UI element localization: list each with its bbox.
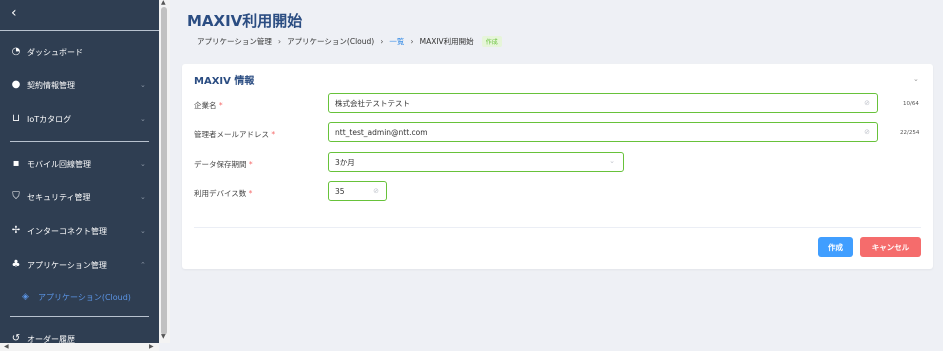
- check-circle-icon: ⊘: [864, 128, 870, 136]
- sidebar-item-label: アプリケーション管理: [27, 260, 107, 270]
- chevron-up-icon: ⌃: [140, 261, 146, 269]
- sidebar-item-interconnect[interactable]: ✢ インターコネクト管理 ⌄: [0, 216, 159, 246]
- required-mark: *: [218, 101, 223, 110]
- sidebar-item-label: インターコネクト管理: [27, 226, 107, 236]
- chevron-right-icon: ›: [277, 37, 282, 46]
- scroll-left-arrow-icon[interactable]: ◀: [4, 343, 9, 350]
- breadcrumb-link-list[interactable]: 一覧: [389, 36, 404, 47]
- sidebar-item-iot-catalog[interactable]: ⊔ IoTカタログ ⌄: [0, 104, 159, 134]
- company-label-text: 企業名: [194, 101, 217, 110]
- sidebar: ‹ ◔ ダッシュボード ● 契約情報管理 ⌄ ⊔ IoTカタログ ⌄ ▪ モバイ…: [0, 0, 159, 351]
- chevron-right-icon: ›: [410, 37, 414, 46]
- breadcrumb-item: アプリケーション(Cloud): [287, 37, 375, 46]
- create-button[interactable]: 作成: [818, 237, 853, 257]
- cart-icon: ⊔: [12, 113, 20, 124]
- devices-label: 利用デバイス数 *: [194, 188, 252, 199]
- sidebar-item-contract[interactable]: ● 契約情報管理 ⌄: [0, 70, 159, 100]
- section-title: MAXIV 情報: [194, 76, 255, 87]
- form-card: MAXIV 情報 ⌄ 企業名 * 株式会社テストテスト ⊘ 10/64 管理者メ…: [182, 64, 933, 269]
- form-divider: [194, 227, 921, 228]
- retention-select-value: 3か月: [335, 157, 355, 167]
- sidebar-scrollbar[interactable]: ▲ ▼: [159, 0, 170, 343]
- sidebar-item-label: 契約情報管理: [27, 80, 75, 90]
- company-char-count: 10/64: [903, 101, 919, 107]
- admin-email-input[interactable]: ntt_test_admin@ntt.com ⊘: [328, 122, 878, 142]
- retention-label-text: データ保存期間: [194, 160, 247, 169]
- company-label: 企業名 *: [194, 100, 223, 111]
- check-circle-icon: ⊘: [373, 187, 379, 195]
- layers-icon: ◈: [22, 292, 29, 302]
- devices-input-value: 35: [335, 186, 345, 196]
- scrollbar-thumb[interactable]: [161, 7, 167, 335]
- required-mark: *: [248, 189, 253, 198]
- sidebar-item-dashboard[interactable]: ◔ ダッシュボード: [0, 37, 159, 67]
- sidebar-item-security[interactable]: ⛉ セキュリティ管理 ⌄: [0, 182, 159, 212]
- devices-input[interactable]: 35 ⊘: [328, 181, 387, 201]
- dashboard-gauge-icon: ◔: [11, 46, 21, 57]
- required-mark: *: [271, 130, 276, 139]
- shield-check-icon: ⛉: [12, 191, 20, 202]
- chevron-down-icon[interactable]: ⌄: [913, 75, 919, 83]
- sidebar-item-label: IoTカタログ: [27, 114, 72, 124]
- sim-card-icon: ▪: [12, 158, 20, 169]
- network-icon: ✢: [11, 225, 21, 236]
- retention-select[interactable]: 3か月 ⌄: [328, 152, 624, 172]
- sidebar-item-application[interactable]: ♣ アプリケーション管理 ⌃: [0, 250, 159, 280]
- chevron-down-icon: ⌄: [609, 157, 615, 165]
- status-badge: 作成: [481, 36, 502, 47]
- company-input-value: 株式会社テストテスト: [335, 98, 410, 108]
- user-icon: ●: [11, 79, 21, 90]
- retention-label: データ保存期間 *: [194, 159, 253, 170]
- company-input[interactable]: 株式会社テストテスト ⊘: [328, 93, 878, 113]
- sidebar-horizontal-scrollbar[interactable]: ◀ ▶: [0, 343, 159, 351]
- sidebar-item-mobile-line[interactable]: ▪ モバイル回線管理 ⌄: [0, 149, 159, 179]
- chevron-left-icon: ‹: [11, 5, 17, 21]
- cancel-button[interactable]: キャンセル: [860, 237, 921, 257]
- scroll-down-arrow-icon[interactable]: ▼: [161, 333, 166, 340]
- sidebar-divider: [10, 141, 149, 142]
- breadcrumb: アプリケーション管理 › アプリケーション(Cloud) › 一覧 › MAXI…: [197, 36, 502, 47]
- chevron-down-icon: ⌄: [140, 81, 146, 89]
- admin-email-label-text: 管理者メールアドレス: [194, 130, 269, 139]
- required-mark: *: [248, 160, 253, 169]
- scroll-up-arrow-icon[interactable]: ▲: [161, 0, 166, 6]
- sidebar-subitem-application-cloud[interactable]: ◈ アプリケーション(Cloud): [0, 287, 159, 307]
- sidebar-item-label: ダッシュボード: [27, 47, 83, 57]
- apps-icon: ♣: [11, 259, 21, 270]
- chevron-down-icon: ⌄: [140, 160, 146, 168]
- sidebar-divider: [10, 316, 149, 317]
- breadcrumb-item: アプリケーション管理: [197, 37, 272, 46]
- admin-email-label: 管理者メールアドレス *: [194, 129, 275, 140]
- chevron-down-icon: ⌄: [140, 227, 146, 235]
- devices-label-text: 利用デバイス数: [194, 189, 247, 198]
- breadcrumb-item: MAXIV利用開始: [419, 37, 474, 46]
- chevron-down-icon: ⌄: [140, 115, 146, 123]
- chevron-down-icon: ⌄: [140, 193, 146, 201]
- page-title: MAXIV利用開始: [187, 12, 303, 30]
- sidebar-item-label: セキュリティ管理: [27, 192, 91, 202]
- sidebar-subitem-label: アプリケーション(Cloud): [38, 293, 131, 302]
- sidebar-collapse-button[interactable]: ‹: [0, 0, 159, 31]
- admin-email-input-value: ntt_test_admin@ntt.com: [335, 127, 428, 137]
- scroll-right-arrow-icon[interactable]: ▶: [149, 343, 154, 350]
- admin-email-char-count: 22/254: [900, 130, 920, 136]
- sidebar-item-label: モバイル回線管理: [27, 159, 91, 169]
- chevron-right-icon: ›: [380, 37, 384, 46]
- check-circle-icon: ⊘: [864, 99, 870, 107]
